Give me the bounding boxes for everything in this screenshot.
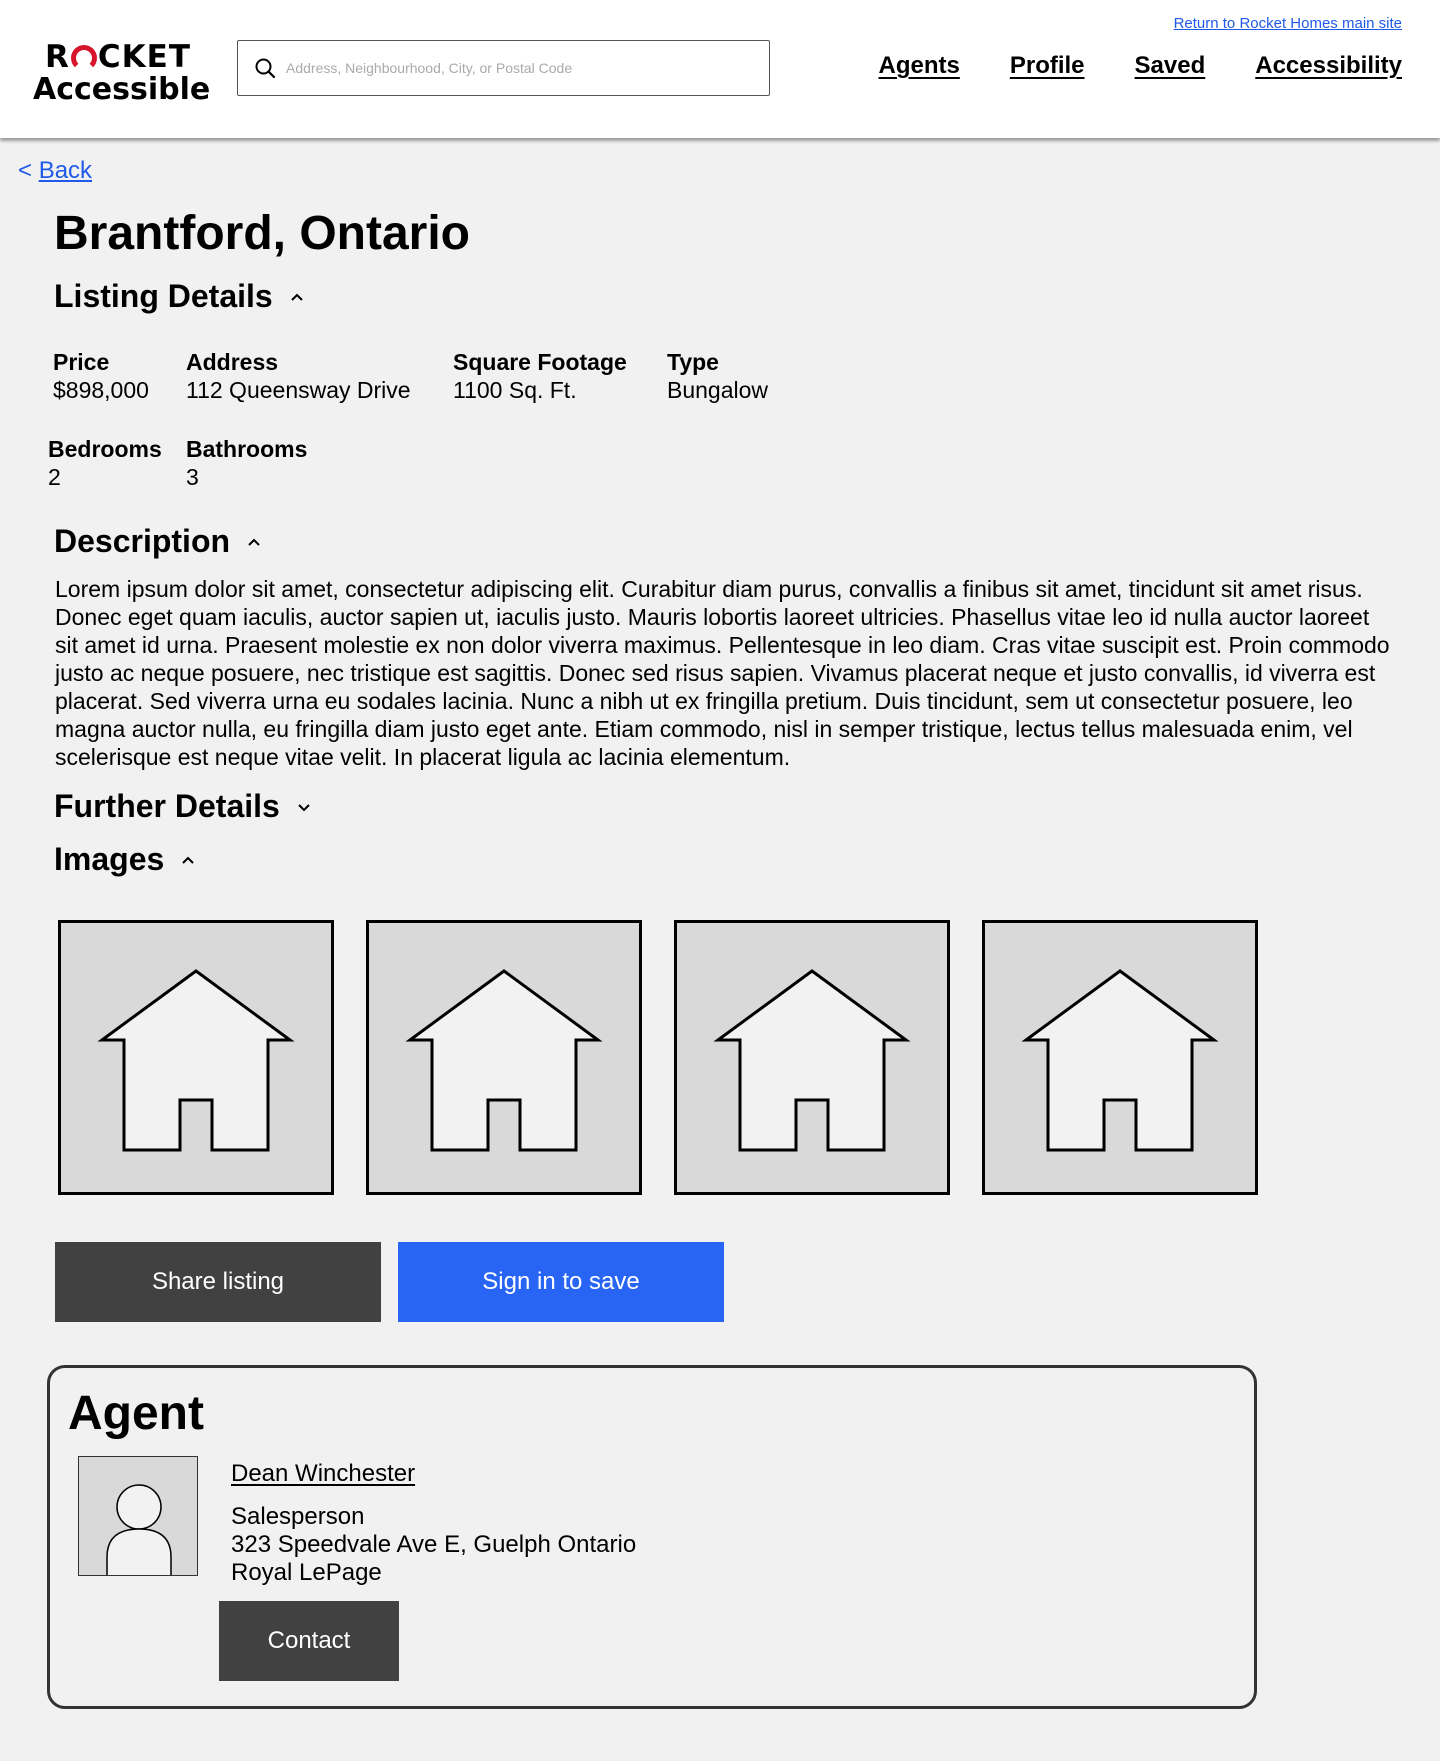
chevron-down-icon <box>298 803 310 811</box>
return-main-site-link[interactable]: Return to Rocket Homes main site <box>1174 15 1402 32</box>
main-nav: Agents Profile Saved Accessibility <box>879 52 1403 80</box>
person-icon <box>106 1484 172 1575</box>
agent-brokerage: Royal LePage <box>231 1559 382 1586</box>
description-toggle[interactable]: Description <box>54 523 264 560</box>
description-heading: Description <box>54 523 231 559</box>
back-label: Back <box>38 157 93 184</box>
rocket-accessible-logo[interactable]: R CKET Accessible <box>33 39 211 107</box>
home-icon <box>97 968 295 1151</box>
nav-profile[interactable]: Profile <box>1010 52 1085 80</box>
chevron-up-icon <box>182 856 194 864</box>
chevron-up-icon <box>290 293 303 301</box>
home-icon <box>713 968 911 1151</box>
listing-image-4[interactable] <box>982 920 1258 1195</box>
description-text: Lorem ipsum dolor sit amet, consectetur … <box>55 576 1390 770</box>
type-field: Type Bungalow <box>667 348 768 404</box>
bedrooms-label: Bedrooms <box>48 436 162 462</box>
agent-role: Salesperson <box>231 1503 365 1530</box>
page-title: Brantford, Ontario <box>54 207 470 260</box>
logo-o-arc-icon <box>70 44 97 71</box>
back-link[interactable]: < Back <box>18 157 92 185</box>
agent-heading: Agent <box>68 1387 204 1440</box>
bedrooms-value: 2 <box>48 464 61 490</box>
further-details-heading: Further Details <box>54 788 280 824</box>
price-value: $898,000 <box>53 377 149 403</box>
listing-details-heading: Listing Details <box>54 278 273 314</box>
agent-name-link[interactable]: Dean Winchester <box>231 1460 415 1488</box>
back-chevron: < <box>18 157 33 184</box>
nav-accessibility[interactable]: Accessibility <box>1255 52 1402 80</box>
bathrooms-label: Bathrooms <box>186 436 308 462</box>
images-heading: Images <box>54 841 165 877</box>
sqft-value: 1100 Sq. Ft. <box>453 377 577 403</box>
nav-agents[interactable]: Agents <box>879 52 960 80</box>
site-header: RCKET Accessible Return to Rocket Homes … <box>0 0 1440 138</box>
sqft-label: Square Footage <box>453 349 627 375</box>
contact-button[interactable]: Contact <box>219 1601 399 1681</box>
bedrooms-field: Bedrooms 2 <box>48 435 162 491</box>
further-details-toggle[interactable]: Further Details <box>54 788 314 825</box>
search-input[interactable] <box>286 60 756 76</box>
logo-wordmark: R CKET <box>45 39 191 75</box>
sqft-field: Square Footage 1100 Sq. Ft. <box>453 348 627 404</box>
home-icon <box>1021 968 1219 1151</box>
type-label: Type <box>667 349 719 375</box>
address-value: 112 Queensway Drive <box>186 377 411 403</box>
listing-details-toggle[interactable]: Listing Details <box>54 278 307 315</box>
logo-subtitle: Accessible <box>33 72 211 107</box>
price-field: Price $898,000 <box>53 348 149 404</box>
search-icon <box>252 55 278 81</box>
nav-saved[interactable]: Saved <box>1135 52 1206 80</box>
listing-image-3[interactable] <box>674 920 950 1195</box>
chevron-up-icon <box>248 538 260 546</box>
images-toggle[interactable]: Images <box>54 841 198 878</box>
search-bar[interactable] <box>237 40 770 96</box>
listing-image-2[interactable] <box>366 920 642 1195</box>
avatar <box>78 1456 198 1576</box>
address-label: Address <box>186 349 279 375</box>
bathrooms-field: Bathrooms 3 <box>186 435 307 491</box>
address-field: Address 112 Queensway Drive <box>186 348 411 404</box>
sign-in-to-save-button[interactable]: Sign in to save <box>398 1242 724 1322</box>
listing-image-1[interactable] <box>58 920 334 1195</box>
image-gallery <box>58 920 1258 1195</box>
bathrooms-value: 3 <box>186 464 199 490</box>
home-icon <box>405 968 603 1151</box>
agent-card: Agent Dean Winchester Salesperson 323 Sp… <box>47 1365 1257 1709</box>
agent-address: 323 Speedvale Ave E, Guelph Ontario <box>231 1531 637 1558</box>
type-value: Bungalow <box>667 377 769 403</box>
price-label: Price <box>53 349 110 375</box>
share-listing-button[interactable]: Share listing <box>55 1242 381 1322</box>
